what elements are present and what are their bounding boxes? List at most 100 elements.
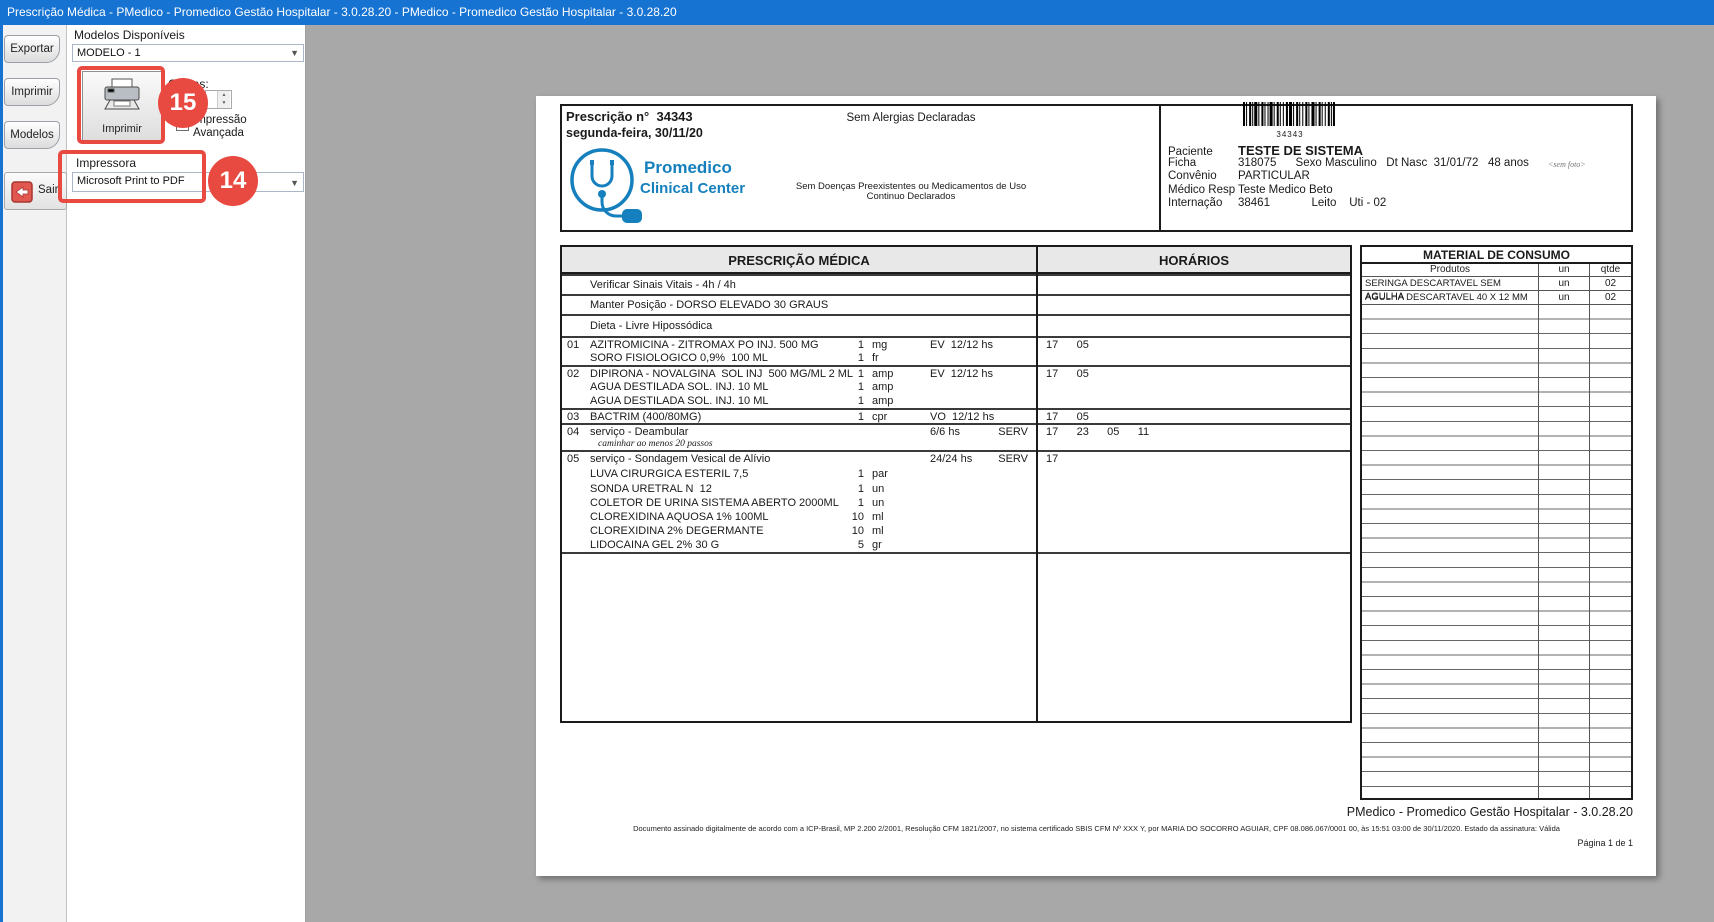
rx-item-unit: amp [872, 395, 893, 407]
annotation-rect-print [77, 66, 165, 144]
rx-item-text: AZITROMICINA - ZITROMAX PO INJ. 500 MG [590, 339, 819, 351]
patient-field-label: Internação [1168, 197, 1238, 209]
column-header-prescricao: PRESCRIÇÃO MÉDICA [562, 247, 1036, 274]
rx-item-qty: 1 [842, 368, 864, 380]
rx-item-text: Verificar Sinais Vitais - 4h / 4h [590, 279, 736, 291]
material-table-title: MATERIAL DE CONSUMO [1362, 247, 1631, 264]
title-bar: Prescrição Médica - PMedico - Promedico … [0, 0, 1714, 25]
prescription-row: COLETOR DE URINA SISTEMA ABERTO 2000ML 1… [562, 496, 1350, 510]
rx-item-route: EV 12/12 hs [930, 339, 993, 351]
rx-item-text: CLOREXIDINA AQUOSA 1% 100ML [590, 511, 769, 523]
sidebar-tab-exportar[interactable]: Exportar [4, 35, 60, 63]
prescription-number-label: Prescrição n° [566, 109, 649, 124]
rx-item-text: caminhar ao menos 20 passos [598, 439, 713, 449]
rx-item-qty: 1 [842, 395, 864, 407]
annotation-badge-14: 14 [208, 156, 258, 206]
rx-item-number: 02 [567, 368, 579, 380]
rx-item-unit: mg [872, 339, 887, 351]
rx-item-text: AGUA DESTILADA SOL. INJ. 10 ML [590, 395, 769, 407]
modelo-select[interactable]: MODELO - 1 ▼ [72, 44, 304, 62]
rx-item-text: LUVA CIRURGICA ESTERIL 7,5 [590, 468, 748, 480]
rx-item-qty: 10 [842, 511, 864, 523]
rx-item-qty: 10 [842, 525, 864, 537]
material-empty-rows-ruling [1362, 305, 1631, 798]
barcode-number: 34343 [1243, 131, 1337, 139]
prescription-preview-page: Prescrição n° 34343 segunda-feira, 30/11… [536, 96, 1656, 876]
rx-item-text: Manter Posição - DORSO ELEVADO 30 GRAUS [590, 299, 828, 311]
prescription-row: CLOREXIDINA 2% DEGERMANTE 10 ml [562, 524, 1350, 538]
material-rows: SERINGA DESCARTAVEL SEM AGULHA un 02 AGU… [1362, 277, 1631, 305]
prescription-row: 04 serviço - Deambular 6/6 hs SERV 17 23… [562, 423, 1350, 438]
patient-field-value: 38461 Leito Uti - 02 [1238, 197, 1386, 209]
logo-text-line2: Clinical Center [640, 180, 745, 197]
rx-item-qty: 5 [842, 539, 864, 551]
prescription-row: Manter Posição - DORSO ELEVADO 30 GRAUS [562, 294, 1350, 314]
patient-field-value: 318075 Sexo Masculino Dt Nasc 31/01/72 4… [1238, 157, 1529, 169]
exit-button-label: Sair [38, 184, 58, 196]
copies-stepper[interactable]: ▲▼ [205, 90, 232, 109]
rx-item-qty: 1 [842, 483, 864, 495]
rx-item-unit: ml [872, 525, 884, 537]
column-header-horarios: HORÁRIOS [1038, 247, 1350, 274]
sidebar-tab-modelos[interactable]: Modelos [4, 121, 60, 149]
prescription-row: LUVA CIRURGICA ESTERIL 7,5 1 par [562, 465, 1350, 482]
prescription-row: SORO FISIOLOGICO 0,9% 100 ML 1 fr [562, 351, 1350, 365]
rx-item-unit: un [872, 483, 884, 495]
material-un: un [1539, 291, 1589, 305]
material-qtde: 02 [1590, 277, 1631, 291]
patient-field-label: Médico Resp [1168, 184, 1238, 196]
prescription-row [562, 552, 1350, 712]
rx-item-hours: 17 05 [1046, 339, 1089, 351]
prescription-table: PRESCRIÇÃO MÉDICA HORÁRIOS Verificar Sin… [560, 245, 1352, 723]
rx-item-qty: 1 [842, 411, 864, 423]
material-consumo-table: MATERIAL DE CONSUMO Produtos un qtde SER… [1360, 245, 1633, 800]
stepper-arrows-icon[interactable]: ▲▼ [217, 91, 230, 108]
barcode: 34343 [1243, 102, 1337, 139]
rx-item-route: 6/6 hs [930, 426, 960, 438]
rx-item-unit: gr [872, 539, 882, 551]
prescription-table-header: PRESCRIÇÃO MÉDICA HORÁRIOS [562, 247, 1350, 274]
chevron-down-icon: ▼ [290, 178, 299, 188]
rx-item-text: SORO FISIOLOGICO 0,9% 100 ML [590, 352, 768, 364]
prescription-row: AGUA DESTILADA SOL. INJ. 10 ML 1 amp [562, 394, 1350, 408]
prescription-number-value: 34343 [656, 109, 692, 124]
patient-info-row: Médico RespTeste Medico Beto [1168, 184, 1588, 198]
material-col-qtde: qtde [1590, 264, 1631, 277]
logo-text-line1: Promedico [644, 158, 732, 178]
material-produto: AGULHA DESCARTAVEL 40 X 12 MM [1362, 291, 1538, 305]
patient-info-row: ConvênioPARTICULAR [1168, 170, 1588, 184]
material-divider-2 [1589, 264, 1590, 798]
prescription-date: segunda-feira, 30/11/20 [566, 126, 703, 140]
rx-item-text: SONDA URETRAL N 12 [590, 483, 712, 495]
material-produto: SERINGA DESCARTAVEL SEM AGULHA [1362, 277, 1538, 291]
rx-item-text: serviço - Deambular [590, 426, 688, 438]
annotation-badge-15: 15 [158, 78, 208, 128]
prescription-table-column-divider [1036, 247, 1038, 721]
rx-item-qty: 1 [842, 352, 864, 364]
rx-item-unit: amp [872, 368, 893, 380]
rx-item-hours: 17 05 [1046, 368, 1089, 380]
rx-item-qty: 1 [842, 381, 864, 393]
material-divider-1 [1538, 264, 1539, 798]
patient-info: PacienteTESTE DE SISTEMA Ficha318075 Sex… [1168, 143, 1588, 211]
prescription-row: 03 BACTRIM (400/80MG) 1 cpr VO 12/12 hs … [562, 408, 1350, 423]
sidebar-tab-imprimir[interactable]: Imprimir [4, 78, 60, 106]
prescription-row: LIDOCAINA GEL 2% 30 G 5 gr [562, 538, 1350, 552]
patient-field-label: Convênio [1168, 170, 1238, 182]
rx-item-number: 05 [567, 453, 579, 465]
allergies-note: Sem Alergias Declaradas [766, 112, 1056, 124]
material-table-header: Produtos un qtde [1362, 264, 1631, 277]
prescription-row: SONDA URETRAL N 12 1 un [562, 482, 1350, 496]
rx-item-text: COLETOR DE URINA SISTEMA ABERTO 2000ML [590, 497, 839, 509]
window-title: Prescrição Médica - PMedico - Promedico … [7, 5, 677, 19]
rx-item-unit: un [872, 497, 884, 509]
rx-item-hours: 17 05 [1046, 411, 1089, 423]
patient-field-value: PARTICULAR [1238, 170, 1310, 182]
material-row: AGULHA DESCARTAVEL 40 X 12 MM un 02 [1362, 291, 1631, 305]
rx-item-qty: 1 [842, 339, 864, 351]
rx-item-serv: SERV [968, 426, 1028, 438]
rx-item-text: BACTRIM (400/80MG) [590, 411, 701, 423]
rx-item-unit: ml [872, 511, 884, 523]
patient-field-label: Ficha [1168, 157, 1238, 169]
modelos-disponiveis-label: Modelos Disponíveis [74, 28, 185, 42]
